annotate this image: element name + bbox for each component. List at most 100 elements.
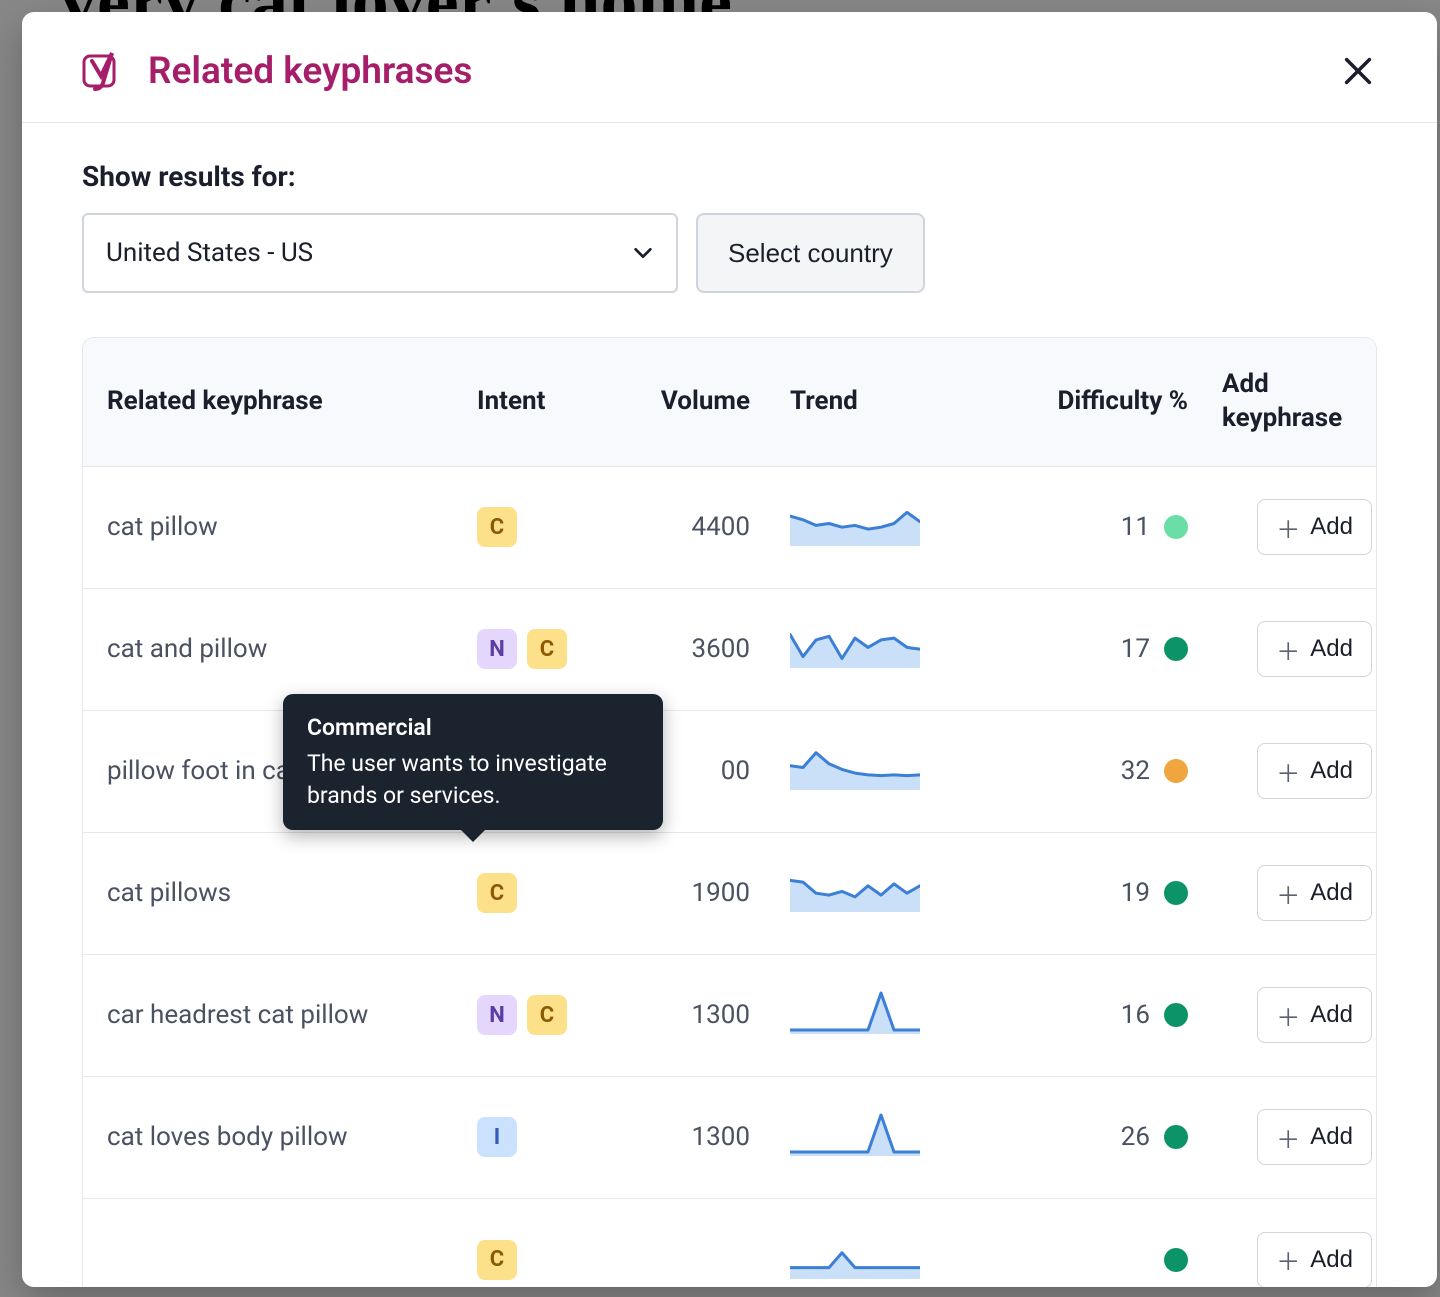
add-keyphrase-button[interactable]: ＋ Add (1257, 1109, 1372, 1165)
cell-action: ＋ Add (1222, 1232, 1372, 1287)
difficulty-dot (1164, 637, 1188, 661)
modal-title: Related keyphrases (148, 50, 472, 93)
country-select-value: United States - US (106, 238, 313, 268)
trend-sparkline (790, 1234, 920, 1279)
table-row: cat loves body pillow I 1300 26 ＋ Add (83, 1077, 1376, 1199)
cell-action: ＋ Add (1222, 743, 1372, 799)
cell-volume: 3600 (622, 634, 790, 664)
cell-difficulty: 19 (975, 878, 1222, 908)
cell-intent: C (477, 507, 622, 547)
plus-icon: ＋ (1276, 1242, 1300, 1277)
cell-action: ＋ Add (1222, 865, 1372, 921)
add-label: Add (1310, 1246, 1353, 1274)
cell-difficulty: 26 (975, 1122, 1222, 1152)
add-keyphrase-button[interactable]: ＋ Add (1257, 865, 1372, 921)
difficulty-value: 26 (1121, 1122, 1150, 1152)
plus-icon: ＋ (1276, 876, 1300, 911)
table-row: cat and pillow NC 3600 17 ＋ Add (83, 589, 1376, 711)
difficulty-value: 11 (1121, 512, 1150, 542)
difficulty-dot (1164, 881, 1188, 905)
keyphrase-table: Related keyphrase Intent Volume Trend Di… (82, 337, 1377, 1287)
cell-keyphrase: cat pillows (107, 878, 477, 908)
add-label: Add (1310, 879, 1353, 907)
trend-sparkline (790, 623, 920, 668)
cell-action: ＋ Add (1222, 621, 1372, 677)
cell-volume: 1300 (622, 1000, 790, 1030)
add-keyphrase-button[interactable]: ＋ Add (1257, 743, 1372, 799)
tooltip-title: Commercial (307, 712, 639, 744)
cell-trend (790, 1234, 975, 1286)
difficulty-dot (1164, 515, 1188, 539)
th-difficulty: Difficulty % (975, 385, 1222, 419)
intent-badge-c[interactable]: C (527, 629, 567, 669)
cell-trend (790, 623, 975, 675)
plus-icon: ＋ (1276, 632, 1300, 667)
th-keyphrase: Related keyphrase (107, 385, 477, 419)
cell-keyphrase: cat and pillow (107, 634, 477, 664)
cell-action: ＋ Add (1222, 499, 1372, 555)
intent-badge-c[interactable]: C (477, 507, 517, 547)
add-keyphrase-button[interactable]: ＋ Add (1257, 987, 1372, 1043)
cell-difficulty: 16 (975, 1000, 1222, 1030)
cell-volume: 1900 (622, 878, 790, 908)
trend-sparkline (790, 989, 920, 1034)
select-country-button[interactable]: Select country (696, 213, 925, 293)
difficulty-value: 32 (1121, 756, 1150, 786)
difficulty-dot (1164, 1248, 1188, 1272)
intent-tooltip: Commercial The user wants to investigate … (283, 694, 663, 831)
cell-difficulty (975, 1248, 1222, 1272)
add-label: Add (1310, 757, 1353, 785)
intent-badge-c[interactable]: C (527, 995, 567, 1035)
table-header-row: Related keyphrase Intent Volume Trend Di… (83, 338, 1376, 467)
add-label: Add (1310, 635, 1353, 663)
cell-volume: 1300 (622, 1122, 790, 1152)
add-label: Add (1310, 1001, 1353, 1029)
th-add: Add keyphrase (1222, 368, 1372, 436)
difficulty-value: 19 (1121, 878, 1150, 908)
cell-intent: C (477, 1240, 622, 1280)
intent-badge-n[interactable]: N (477, 629, 517, 669)
cell-keyphrase: cat pillow (107, 512, 477, 542)
cell-difficulty: 17 (975, 634, 1222, 664)
cell-intent: NC (477, 995, 622, 1035)
cell-keyphrase: cat loves body pillow (107, 1122, 477, 1152)
difficulty-dot (1164, 1125, 1188, 1149)
tooltip-body: The user wants to investigate brands or … (307, 750, 607, 809)
difficulty-value: 17 (1121, 634, 1150, 664)
country-select[interactable]: United States - US (82, 213, 678, 293)
show-results-label: Show results for: (82, 160, 1377, 193)
cell-difficulty: 11 (975, 512, 1222, 542)
plus-icon: ＋ (1276, 998, 1300, 1033)
table-row: C ＋ Add (83, 1199, 1376, 1287)
cell-trend (790, 989, 975, 1041)
add-keyphrase-button[interactable]: ＋ Add (1257, 621, 1372, 677)
cell-volume: 4400 (622, 512, 790, 542)
cell-trend (790, 745, 975, 797)
trend-sparkline (790, 501, 920, 546)
intent-badge-c[interactable]: C (477, 1240, 517, 1280)
intent-badge-n[interactable]: N (477, 995, 517, 1035)
intent-badge-i[interactable]: I (477, 1117, 517, 1157)
add-keyphrase-button[interactable]: ＋ Add (1257, 499, 1372, 555)
trend-sparkline (790, 745, 920, 790)
plus-icon: ＋ (1276, 510, 1300, 545)
th-volume: Volume (622, 385, 790, 419)
cell-intent: C (477, 873, 622, 913)
add-label: Add (1310, 513, 1353, 541)
plus-icon: ＋ (1276, 754, 1300, 789)
modal-body: Show results for: United States - US Sel… (22, 124, 1437, 1287)
close-button[interactable] (1335, 48, 1381, 94)
table-row: cat pillows C 1900 19 ＋ Add CommercialTh… (83, 833, 1376, 955)
th-intent: Intent (477, 385, 622, 419)
cell-trend (790, 1111, 975, 1163)
trend-sparkline (790, 867, 920, 912)
cell-difficulty: 32 (975, 756, 1222, 786)
th-trend: Trend (790, 385, 975, 419)
intent-badge-c[interactable]: C (477, 873, 517, 913)
trend-sparkline (790, 1111, 920, 1156)
cell-intent: NC (477, 629, 622, 669)
plus-icon: ＋ (1276, 1120, 1300, 1155)
add-keyphrase-button[interactable]: ＋ Add (1257, 1232, 1372, 1287)
modal-header: Related keyphrases (22, 12, 1437, 123)
difficulty-dot (1164, 759, 1188, 783)
